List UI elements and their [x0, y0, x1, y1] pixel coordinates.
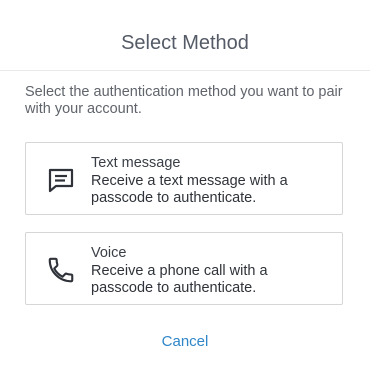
voice-option[interactable]: Voice Receive a phone call with a passco… [25, 232, 343, 305]
voice-label: Voice [91, 245, 127, 261]
message-icon [46, 165, 76, 195]
select-method-dialog: Select Method Select the authentication … [0, 0, 370, 368]
voice-description: Receive a phone call with a passcode to … [91, 263, 268, 296]
cancel-button[interactable]: Cancel [0, 333, 370, 350]
instructions-text: Select the authentication method you wan… [25, 84, 343, 117]
text-message-label: Text message [91, 155, 181, 171]
text-message-description: Receive a text message with a passcode t… [91, 173, 288, 206]
dialog-title: Select Method [121, 32, 249, 54]
title-divider [0, 70, 370, 71]
text-message-option[interactable]: Text message Receive a text message with… [25, 142, 343, 215]
phone-icon [46, 255, 76, 285]
